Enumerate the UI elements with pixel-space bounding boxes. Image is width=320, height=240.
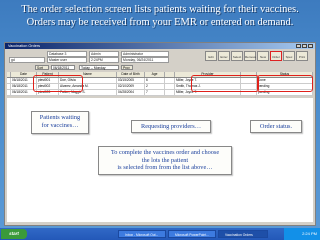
callout-providers: Requesting providers…: [131, 120, 211, 133]
sort-label: Sort: [35, 65, 49, 70]
user-id-field: gd: [9, 57, 45, 63]
window-title: Vaccination Orders: [8, 44, 41, 48]
col-dob[interactable]: Date of Birth: [117, 72, 145, 77]
session-header: Database 3 Admin Administrator gd Master…: [7, 51, 229, 64]
cell-age: 7: [145, 90, 165, 95]
task-powerpoint[interactable]: Microsoft PowerPoint...: [168, 230, 216, 238]
window-titlebar: Vaccination Orders: [5, 43, 315, 49]
cell-age: 6: [145, 78, 165, 83]
enter-button[interactable]: Enter: [218, 51, 230, 61]
period-filter-select[interactable]: Today -- Monday: [79, 65, 119, 70]
database-field: Database 3: [47, 51, 87, 57]
cell-age: 2: [145, 84, 165, 89]
filter-row: Sort 06/18/2011 Today -- Monday Prov: [7, 65, 313, 71]
caption-line-2: Orders may be received from your EMR or …: [26, 17, 294, 28]
system-tray: 2:24 PM: [284, 228, 320, 240]
callout-status: Order status.: [250, 120, 302, 133]
minimize-icon[interactable]: [296, 44, 301, 48]
callout-instructions-line-3: is selected from from the list above…: [117, 164, 213, 171]
slide-caption: The order selection screen lists patient…: [0, 3, 320, 29]
taskbar: start Inbox - Microsoft Out... Microsoft…: [0, 228, 320, 240]
highlight-status: [257, 75, 313, 92]
spec-button[interactable]: Spec: [283, 51, 295, 61]
maximize-icon[interactable]: [302, 44, 307, 48]
callout-instructions-line-1: To complete the vaccines order and choos…: [110, 149, 220, 156]
caption-line-1: The order selection screen lists patient…: [21, 4, 299, 15]
clock: 2:24 PM: [302, 231, 317, 236]
date-filter-input[interactable]: 06/18/2011: [51, 65, 75, 70]
callout-instructions: To complete the vaccines order and choos…: [98, 146, 232, 175]
cell-blank: [165, 78, 175, 83]
close-icon[interactable]: [308, 44, 313, 48]
toolbar: Edit Enter Select Remove New Order Spec …: [205, 51, 308, 61]
select-button[interactable]: Select: [231, 51, 243, 61]
task-vaccination-orders[interactable]: Vaccination Orders: [218, 230, 268, 238]
remove-button[interactable]: Remove: [244, 51, 256, 61]
callout-instructions-line-2: the lots the patient: [141, 156, 189, 164]
callout-waiting-line-1: Patients waiting: [39, 114, 81, 121]
callout-waiting-line-2: for vaccines…: [41, 121, 79, 129]
edit-button[interactable]: Edit: [205, 51, 217, 61]
computer-field: Master user: [47, 57, 87, 63]
highlight-patients: [33, 75, 83, 92]
time-field: 2:24PM: [89, 57, 119, 63]
order-button[interactable]: Order: [270, 51, 282, 61]
cell-dob: 03/15/2005: [117, 78, 145, 83]
start-button[interactable]: start: [1, 229, 27, 239]
date-field: Monday, 06/24/2011: [121, 57, 169, 63]
role-field: Administrator: [121, 51, 169, 57]
highlight-providers: [191, 75, 259, 92]
callout-patients-waiting: Patients waiting for vaccines…: [31, 111, 89, 134]
cell-blank: [165, 84, 175, 89]
col-blank-1: [165, 72, 175, 77]
new-button[interactable]: New: [257, 51, 269, 61]
cell-dob: 04/28/2004: [117, 90, 145, 95]
cell-dob: 02/10/2009: [117, 84, 145, 89]
col-age[interactable]: Age: [145, 72, 165, 77]
prov-label: Prov: [121, 65, 133, 70]
print-button[interactable]: Print: [296, 51, 308, 61]
vaccination-orders-window: Vaccination Orders Database 3 Admin Admi…: [4, 42, 316, 226]
cell-blank: [165, 90, 175, 95]
task-outlook[interactable]: Inbox - Microsoft Out...: [118, 230, 166, 238]
clinic-field: Admin: [89, 51, 119, 57]
